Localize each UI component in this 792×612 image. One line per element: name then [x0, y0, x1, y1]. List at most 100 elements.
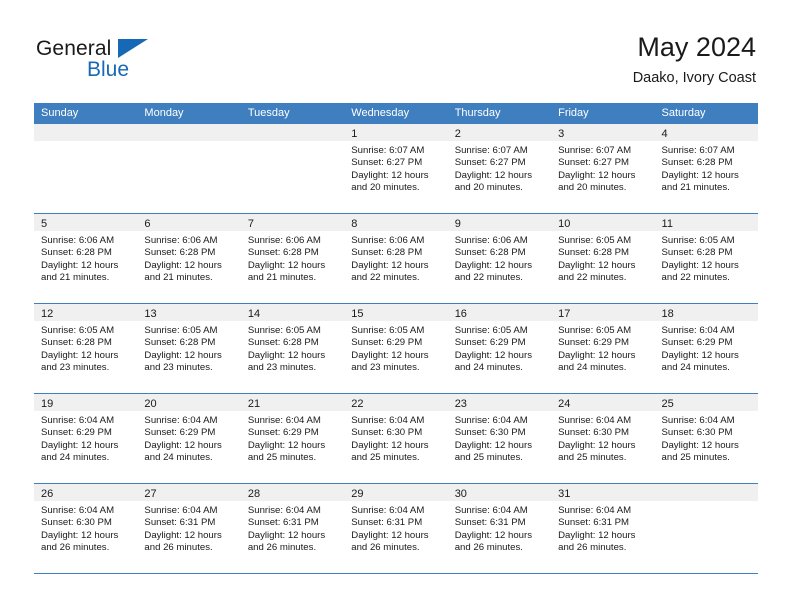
day-number: 26 [41, 488, 54, 500]
day-cell-11[interactable]: 11 Sunrise: 6:05 AM Sunset: 6:28 PM Dayligh… [654, 214, 758, 303]
daylight-text: Daylight: 12 hours and 25 minutes. [247, 439, 326, 464]
day-cell-30[interactable]: 30 Sunrise: 6:04 AM Sunset: 6:31 PM Dayligh… [447, 484, 552, 573]
day-number-bar: 6 [137, 214, 241, 231]
day-number-bar [34, 124, 138, 141]
day-cell-8[interactable]: 8 Sunrise: 6:06 AM Sunset: 6:28 PM Daylight… [344, 214, 448, 303]
sunset-text: Sunset: 6:29 PM [558, 337, 630, 349]
day-cell-26[interactable]: 26 Sunrise: 6:04 AM Sunset: 6:30 PM Dayligh… [34, 484, 138, 573]
day-cell-18[interactable]: 18 Sunrise: 6:04 AM Sunset: 6:29 PM Dayligh… [654, 304, 758, 393]
weekday-header-monday: Monday [144, 107, 184, 119]
day-number-bar: 22 [344, 394, 448, 411]
sunrise-text: Sunrise: 6:06 AM [144, 235, 218, 246]
day-details: Sunrise: 6:04 AM Sunset: 6:30 PM Daylight:… [344, 411, 447, 465]
daylight-text: Daylight: 12 hours and 22 minutes. [454, 259, 533, 284]
calendar-page: General Blue May 2024 Daako, Ivory Coast… [0, 0, 792, 612]
day-cell-27[interactable]: 27 Sunrise: 6:04 AM Sunset: 6:31 PM Dayligh… [137, 484, 241, 573]
day-cell-7[interactable]: 7 Sunrise: 6:06 AM Sunset: 6:28 PM Daylight… [240, 214, 345, 303]
sunrise-text: Sunrise: 6:05 AM [144, 325, 218, 336]
day-number-bar: 4 [654, 124, 758, 141]
day-cell-1[interactable]: 1 Sunrise: 6:07 AM Sunset: 6:27 PM Daylight… [344, 124, 448, 213]
day-cell-25[interactable]: 25 Sunrise: 6:04 AM Sunset: 6:30 PM Dayligh… [654, 394, 758, 483]
daylight-text: Daylight: 12 hours and 26 minutes. [144, 529, 222, 554]
day-cell-2[interactable]: 2 Sunrise: 6:07 AM Sunset: 6:27 PM Daylight… [447, 124, 552, 213]
weekday-header-tuesday: Tuesday [247, 107, 290, 119]
day-cell-20[interactable]: 20 Sunrise: 6:04 AM Sunset: 6:29 PM Dayligh… [137, 394, 241, 483]
day-number: 17 [558, 308, 571, 320]
daylight-text: Daylight: 12 hours and 26 minutes. [351, 529, 429, 554]
day-number: 21 [247, 398, 261, 410]
sunrise-text: Sunrise: 6:06 AM [41, 235, 115, 246]
sunset-text: Sunset: 6:31 PM [454, 517, 526, 529]
day-number-bar: 29 [344, 484, 448, 501]
brand-logo[interactable]: General Blue [36, 38, 276, 86]
day-cell-5[interactable]: 5 Sunrise: 6:06 AM Sunset: 6:28 PM Daylight… [34, 214, 138, 303]
daylight-text: Daylight: 12 hours and 20 minutes. [351, 169, 429, 194]
title-block: May 2024 Daako, Ivory Coast [633, 32, 756, 87]
day-cell-19[interactable]: 19 Sunrise: 6:04 AM Sunset: 6:29 PM Dayligh… [34, 394, 138, 483]
day-cell-28[interactable]: 28 Sunrise: 6:04 AM Sunset: 6:31 PM Dayligh… [240, 484, 345, 573]
day-number: 3 [558, 128, 565, 140]
day-number-bar: 27 [137, 484, 241, 501]
sunset-text: Sunset: 6:28 PM [454, 247, 526, 259]
day-cell-23[interactable]: 23 Sunrise: 6:04 AM Sunset: 6:30 PM Dayligh… [447, 394, 552, 483]
day-cell-15[interactable]: 15 Sunrise: 6:05 AM Sunset: 6:29 PM Dayligh… [344, 304, 448, 393]
sunrise-text: Sunrise: 6:06 AM [351, 235, 425, 246]
sunset-text: Sunset: 6:27 PM [454, 157, 526, 169]
day-cell-14[interactable]: 14 Sunrise: 6:05 AM Sunset: 6:28 PM Dayligh… [240, 304, 345, 393]
day-details: Sunrise: 6:07 AM Sunset: 6:27 PM Daylight:… [551, 141, 654, 195]
day-cell-21[interactable]: 21 Sunrise: 6:04 AM Sunset: 6:29 PM Dayligh… [240, 394, 345, 483]
day-cell-10[interactable]: 10 Sunrise: 6:05 AM Sunset: 6:28 PM Dayligh… [551, 214, 655, 303]
calendar-bottom-border [34, 573, 758, 574]
day-cell-22[interactable]: 22 Sunrise: 6:04 AM Sunset: 6:30 PM Dayligh… [344, 394, 448, 483]
sunset-text: Sunset: 6:28 PM [41, 247, 112, 259]
day-cell-29[interactable]: 29 Sunrise: 6:04 AM Sunset: 6:31 PM Dayligh… [344, 484, 448, 573]
daylight-text: Daylight: 12 hours and 26 minutes. [454, 529, 533, 554]
daylight-text: Daylight: 12 hours and 22 minutes. [558, 259, 636, 284]
daylight-text: Daylight: 12 hours and 23 minutes. [41, 349, 119, 374]
sunrise-text: Sunrise: 6:04 AM [454, 415, 528, 426]
day-number: 27 [144, 488, 157, 500]
day-number: 18 [661, 308, 674, 320]
sunset-text: Sunset: 6:28 PM [351, 247, 423, 259]
daylight-text: Daylight: 12 hours and 24 minutes. [454, 349, 533, 374]
day-details: Sunrise: 6:06 AM Sunset: 6:28 PM Daylight:… [137, 231, 240, 285]
sunset-text: Sunset: 6:28 PM [661, 247, 733, 259]
sunset-text: Sunset: 6:29 PM [41, 427, 112, 439]
day-cell-4[interactable]: 4 Sunrise: 6:07 AM Sunset: 6:28 PM Daylight… [654, 124, 758, 213]
sunrise-text: Sunrise: 6:06 AM [247, 235, 321, 246]
day-number-bar [654, 484, 758, 501]
sunrise-text: Sunrise: 6:04 AM [351, 415, 425, 426]
day-details: Sunrise: 6:04 AM Sunset: 6:29 PM Daylight:… [241, 411, 344, 465]
sunrise-text: Sunrise: 6:07 AM [351, 145, 425, 156]
day-number-bar: 19 [34, 394, 138, 411]
day-cell-6[interactable]: 6 Sunrise: 6:06 AM Sunset: 6:28 PM Daylight… [137, 214, 241, 303]
daylight-text: Daylight: 12 hours and 26 minutes. [247, 529, 326, 554]
day-number-bar: 28 [240, 484, 345, 501]
sunrise-text: Sunrise: 6:07 AM [454, 145, 528, 156]
day-number: 12 [41, 308, 54, 320]
page-title: May 2024 [637, 32, 756, 62]
day-cell-3[interactable]: 3 Sunrise: 6:07 AM Sunset: 6:27 PM Daylight… [551, 124, 655, 213]
sunrise-text: Sunrise: 6:05 AM [247, 325, 321, 336]
weekday-header-row: Sunday Monday Tuesday Wednesday Thursday Frid… [34, 103, 758, 124]
sunrise-text: Sunrise: 6:04 AM [661, 325, 735, 336]
sunrise-text: Sunrise: 6:04 AM [144, 505, 218, 516]
sunset-text: Sunset: 6:30 PM [661, 427, 733, 439]
sunset-text: Sunset: 6:30 PM [351, 427, 423, 439]
day-cell-9[interactable]: 9 Sunrise: 6:06 AM Sunset: 6:28 PM Daylight… [447, 214, 552, 303]
day-details: Sunrise: 6:05 AM Sunset: 6:29 PM Daylight:… [448, 321, 551, 375]
day-cell-31[interactable]: 31 Sunrise: 6:04 AM Sunset: 6:31 PM Dayligh… [551, 484, 655, 573]
day-cell-24[interactable]: 24 Sunrise: 6:04 AM Sunset: 6:30 PM Dayligh… [551, 394, 655, 483]
day-cell-16[interactable]: 16 Sunrise: 6:05 AM Sunset: 6:29 PM Dayligh… [447, 304, 552, 393]
day-number: 24 [558, 398, 571, 410]
day-number-bar: 18 [654, 304, 758, 321]
day-cell-17[interactable]: 17 Sunrise: 6:05 AM Sunset: 6:29 PM Dayligh… [551, 304, 655, 393]
day-cell-13[interactable]: 13 Sunrise: 6:05 AM Sunset: 6:28 PM Dayligh… [137, 304, 241, 393]
calendar-week-row: 1 Sunrise: 6:07 AM Sunset: 6:27 PM Daylight… [34, 124, 758, 213]
day-cell-empty [654, 484, 758, 573]
sunrise-text: Sunrise: 6:07 AM [661, 145, 735, 156]
sunrise-text: Sunrise: 6:04 AM [558, 415, 632, 426]
day-cell-12[interactable]: 12 Sunrise: 6:05 AM Sunset: 6:28 PM Dayligh… [34, 304, 138, 393]
day-details: Sunrise: 6:04 AM Sunset: 6:29 PM Daylight:… [655, 321, 758, 375]
day-number: 22 [351, 398, 364, 410]
